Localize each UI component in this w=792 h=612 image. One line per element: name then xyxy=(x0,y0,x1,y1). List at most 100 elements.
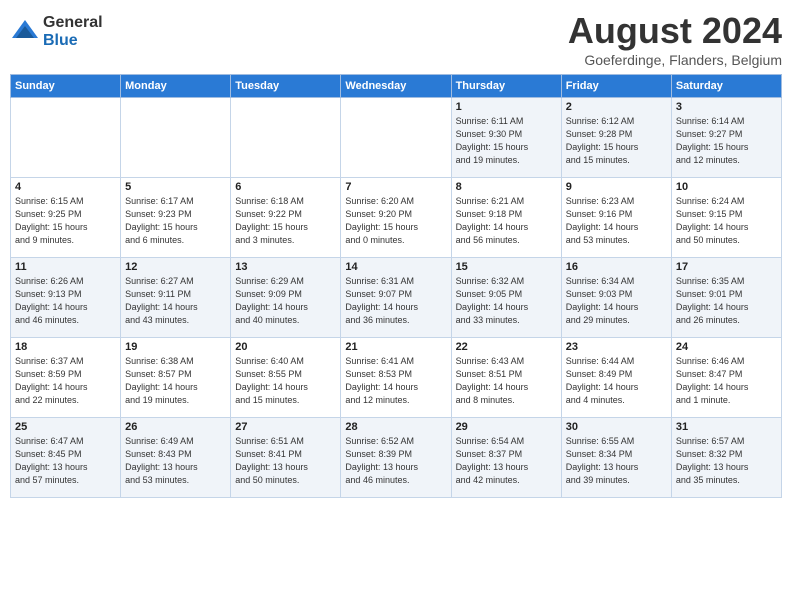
logo: General Blue xyxy=(10,14,103,49)
calendar-body: 1Sunrise: 6:11 AM Sunset: 9:30 PM Daylig… xyxy=(11,98,782,498)
day-info: Sunrise: 6:46 AM Sunset: 8:47 PM Dayligh… xyxy=(676,355,777,407)
title-block: August 2024 Goeferdinge, Flanders, Belgi… xyxy=(568,10,782,68)
day-info: Sunrise: 6:55 AM Sunset: 8:34 PM Dayligh… xyxy=(566,435,667,487)
day-number: 19 xyxy=(125,341,226,353)
day-info: Sunrise: 6:21 AM Sunset: 9:18 PM Dayligh… xyxy=(456,195,557,247)
day-info: Sunrise: 6:12 AM Sunset: 9:28 PM Dayligh… xyxy=(566,115,667,167)
day-number: 22 xyxy=(456,341,557,353)
day-info: Sunrise: 6:43 AM Sunset: 8:51 PM Dayligh… xyxy=(456,355,557,407)
day-number: 4 xyxy=(15,181,116,193)
weekday-header-row: SundayMondayTuesdayWednesdayThursdayFrid… xyxy=(11,75,782,98)
day-number: 1 xyxy=(456,101,557,113)
calendar-cell: 10Sunrise: 6:24 AM Sunset: 9:15 PM Dayli… xyxy=(671,178,781,258)
day-number: 31 xyxy=(676,421,777,433)
day-number: 27 xyxy=(235,421,336,433)
day-number: 29 xyxy=(456,421,557,433)
calendar-cell: 22 Sunrise: 6:43 AM Sunset: 8:51 PM Dayli… xyxy=(451,338,561,418)
day-info: Sunrise: 6:49 AM Sunset: 8:43 PM Dayligh… xyxy=(125,435,226,487)
day-number: 14 xyxy=(345,261,446,273)
day-number: 18 xyxy=(15,341,116,353)
calendar-cell xyxy=(121,98,231,178)
day-number: 9 xyxy=(566,181,667,193)
day-number: 15 xyxy=(456,261,557,273)
calendar-cell: 7Sunrise: 6:20 AM Sunset: 9:20 PM Daylig… xyxy=(341,178,451,258)
week-row-3: 11Sunrise: 6:26 AM Sunset: 9:13 PM Dayli… xyxy=(11,258,782,338)
location-title: Goeferdinge, Flanders, Belgium xyxy=(568,52,782,68)
calendar-cell: 19 Sunrise: 6:38 AM Sunset: 8:57 PM Dayli… xyxy=(121,338,231,418)
day-number: 21 xyxy=(345,341,446,353)
day-info: Sunrise: 6:24 AM Sunset: 9:15 PM Dayligh… xyxy=(676,195,777,247)
day-info: Sunrise: 6:44 AM Sunset: 8:49 PM Dayligh… xyxy=(566,355,667,407)
day-info: Sunrise: 6:40 AM Sunset: 8:55 PM Dayligh… xyxy=(235,355,336,407)
calendar-cell: 11Sunrise: 6:26 AM Sunset: 9:13 PM Dayli… xyxy=(11,258,121,338)
calendar-cell: 23 Sunrise: 6:44 AM Sunset: 8:49 PM Dayli… xyxy=(561,338,671,418)
day-number: 24 xyxy=(676,341,777,353)
week-row-2: 4Sunrise: 6:15 AM Sunset: 9:25 PM Daylig… xyxy=(11,178,782,258)
calendar-header: SundayMondayTuesdayWednesdayThursdayFrid… xyxy=(11,75,782,98)
day-number: 2 xyxy=(566,101,667,113)
logo-text: General Blue xyxy=(43,14,103,49)
day-number: 16 xyxy=(566,261,667,273)
day-info: Sunrise: 6:52 AM Sunset: 8:39 PM Dayligh… xyxy=(345,435,446,487)
calendar-cell: 2 Sunrise: 6:12 AM Sunset: 9:28 PM Daylig… xyxy=(561,98,671,178)
weekday-header-tuesday: Tuesday xyxy=(231,75,341,98)
day-info: Sunrise: 6:27 AM Sunset: 9:11 PM Dayligh… xyxy=(125,275,226,327)
day-info: Sunrise: 6:18 AM Sunset: 9:22 PM Dayligh… xyxy=(235,195,336,247)
calendar-cell: 6 Sunrise: 6:18 AM Sunset: 9:22 PM Daylig… xyxy=(231,178,341,258)
day-info: Sunrise: 6:17 AM Sunset: 9:23 PM Dayligh… xyxy=(125,195,226,247)
logo-blue: Blue xyxy=(43,32,103,50)
day-number: 11 xyxy=(15,261,116,273)
calendar-cell xyxy=(341,98,451,178)
day-number: 25 xyxy=(15,421,116,433)
logo-general: General xyxy=(43,14,103,32)
weekday-header-wednesday: Wednesday xyxy=(341,75,451,98)
day-info: Sunrise: 6:37 AM Sunset: 8:59 PM Dayligh… xyxy=(15,355,116,407)
calendar-cell: 16 Sunrise: 6:34 AM Sunset: 9:03 PM Dayli… xyxy=(561,258,671,338)
calendar-cell: 1Sunrise: 6:11 AM Sunset: 9:30 PM Daylig… xyxy=(451,98,561,178)
calendar-cell: 4Sunrise: 6:15 AM Sunset: 9:25 PM Daylig… xyxy=(11,178,121,258)
day-number: 8 xyxy=(456,181,557,193)
week-row-1: 1Sunrise: 6:11 AM Sunset: 9:30 PM Daylig… xyxy=(11,98,782,178)
day-info: Sunrise: 6:34 AM Sunset: 9:03 PM Dayligh… xyxy=(566,275,667,327)
day-info: Sunrise: 6:47 AM Sunset: 8:45 PM Dayligh… xyxy=(15,435,116,487)
day-info: Sunrise: 6:29 AM Sunset: 9:09 PM Dayligh… xyxy=(235,275,336,327)
calendar-cell: 12Sunrise: 6:27 AM Sunset: 9:11 PM Dayli… xyxy=(121,258,231,338)
page-header: General Blue August 2024 Goeferdinge, Fl… xyxy=(10,10,782,68)
week-row-5: 25 Sunrise: 6:47 AM Sunset: 8:45 PM Dayli… xyxy=(11,418,782,498)
weekday-header-saturday: Saturday xyxy=(671,75,781,98)
calendar-cell: 18 Sunrise: 6:37 AM Sunset: 8:59 PM Dayli… xyxy=(11,338,121,418)
weekday-header-monday: Monday xyxy=(121,75,231,98)
calendar-cell: 15Sunrise: 6:32 AM Sunset: 9:05 PM Dayli… xyxy=(451,258,561,338)
day-info: Sunrise: 6:38 AM Sunset: 8:57 PM Dayligh… xyxy=(125,355,226,407)
weekday-header-friday: Friday xyxy=(561,75,671,98)
day-number: 23 xyxy=(566,341,667,353)
calendar-cell: 8 Sunrise: 6:21 AM Sunset: 9:18 PM Daylig… xyxy=(451,178,561,258)
day-info: Sunrise: 6:54 AM Sunset: 8:37 PM Dayligh… xyxy=(456,435,557,487)
calendar-cell: 13 Sunrise: 6:29 AM Sunset: 9:09 PM Dayli… xyxy=(231,258,341,338)
day-info: Sunrise: 6:31 AM Sunset: 9:07 PM Dayligh… xyxy=(345,275,446,327)
day-number: 26 xyxy=(125,421,226,433)
day-number: 20 xyxy=(235,341,336,353)
day-number: 13 xyxy=(235,261,336,273)
weekday-header-sunday: Sunday xyxy=(11,75,121,98)
calendar-cell: 21Sunrise: 6:41 AM Sunset: 8:53 PM Dayli… xyxy=(341,338,451,418)
calendar-cell: 3 Sunrise: 6:14 AM Sunset: 9:27 PM Daylig… xyxy=(671,98,781,178)
day-number: 3 xyxy=(676,101,777,113)
day-number: 6 xyxy=(235,181,336,193)
day-info: Sunrise: 6:35 AM Sunset: 9:01 PM Dayligh… xyxy=(676,275,777,327)
calendar-cell: 28Sunrise: 6:52 AM Sunset: 8:39 PM Dayli… xyxy=(341,418,451,498)
calendar-cell: 30 Sunrise: 6:55 AM Sunset: 8:34 PM Dayli… xyxy=(561,418,671,498)
calendar-cell: 17Sunrise: 6:35 AM Sunset: 9:01 PM Dayli… xyxy=(671,258,781,338)
logo-icon xyxy=(10,18,40,46)
calendar-cell: 20 Sunrise: 6:40 AM Sunset: 8:55 PM Dayli… xyxy=(231,338,341,418)
month-title: August 2024 xyxy=(568,10,782,52)
day-number: 7 xyxy=(345,181,446,193)
day-info: Sunrise: 6:14 AM Sunset: 9:27 PM Dayligh… xyxy=(676,115,777,167)
calendar-cell: 31Sunrise: 6:57 AM Sunset: 8:32 PM Dayli… xyxy=(671,418,781,498)
day-number: 30 xyxy=(566,421,667,433)
day-info: Sunrise: 6:51 AM Sunset: 8:41 PM Dayligh… xyxy=(235,435,336,487)
calendar-cell: 24 Sunrise: 6:46 AM Sunset: 8:47 PM Dayli… xyxy=(671,338,781,418)
day-info: Sunrise: 6:23 AM Sunset: 9:16 PM Dayligh… xyxy=(566,195,667,247)
calendar-cell: 27 Sunrise: 6:51 AM Sunset: 8:41 PM Dayli… xyxy=(231,418,341,498)
calendar-cell: 26 Sunrise: 6:49 AM Sunset: 8:43 PM Dayli… xyxy=(121,418,231,498)
